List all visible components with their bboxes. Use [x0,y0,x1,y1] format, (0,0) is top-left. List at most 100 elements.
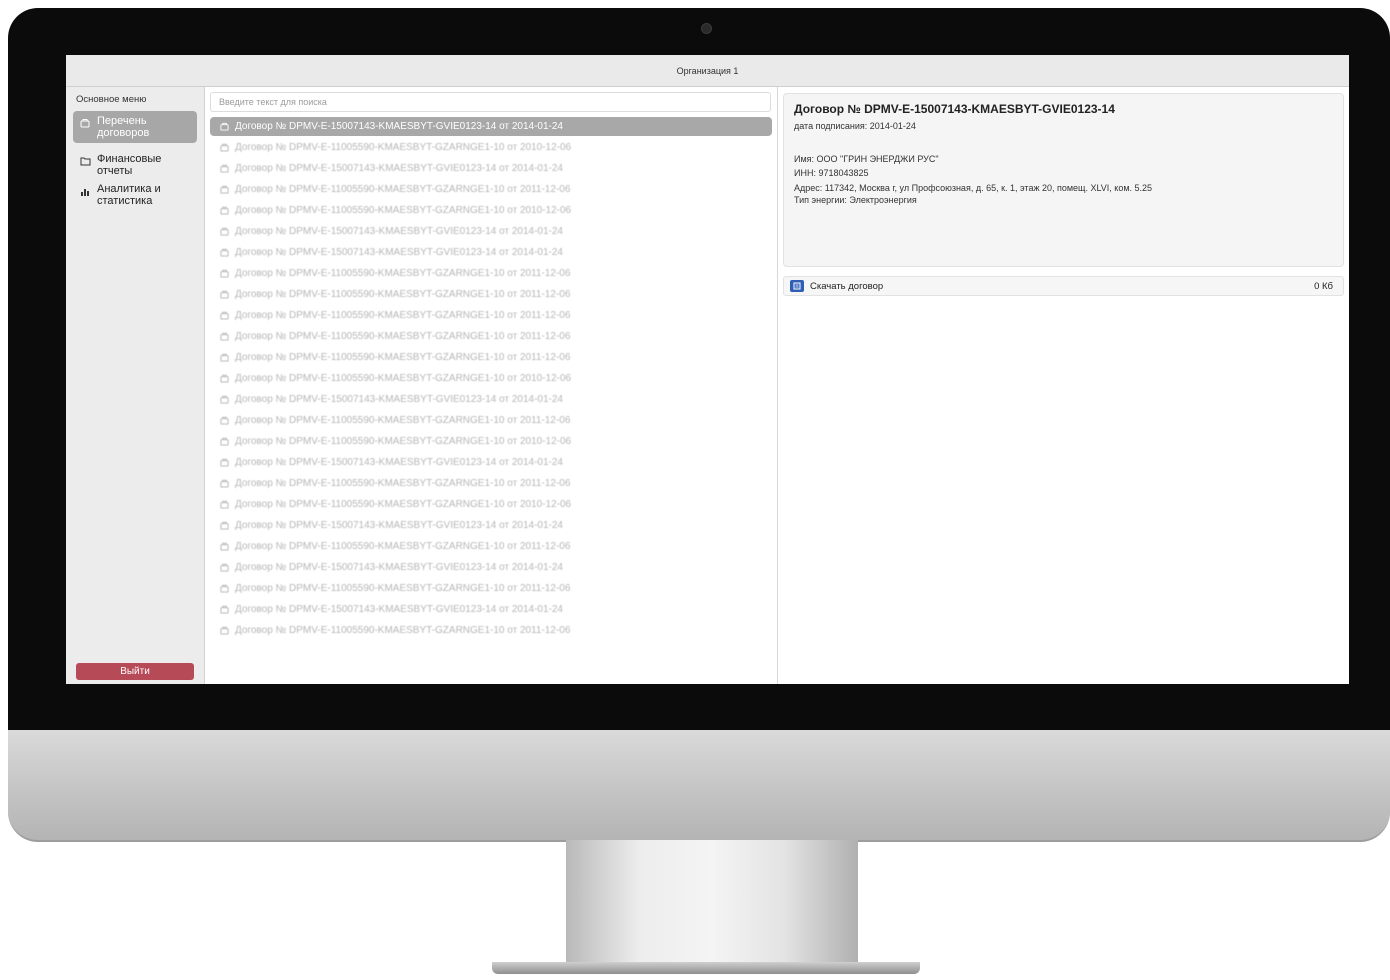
contract-icon [219,374,229,383]
monitor-stand-base [492,962,920,974]
contract-icon [219,500,229,509]
contract-list-item[interactable]: Договор № DPMV-E-11005590-KMAESBYT-GZARN… [210,537,772,556]
contract-list-item[interactable]: Договор № DPMV-E-11005590-KMAESBYT-GZARN… [210,411,772,430]
contract-list-item-label: Договор № DPMV-E-15007143-KMAESBYT-GVIE0… [235,394,563,405]
contract-icon [219,479,229,488]
contract-list-item[interactable]: Договор № DPMV-E-15007143-KMAESBYT-GVIE0… [210,243,772,262]
contract-list-item-label: Договор № DPMV-E-11005590-KMAESBYT-GZARN… [235,478,571,489]
contract-icon [219,416,229,425]
sidebar: Основное меню Перечень договоров Финансов… [66,87,205,684]
contract-icon [219,542,229,551]
contract-list-item[interactable]: Договор № DPMV-E-15007143-KMAESBYT-GVIE0… [210,453,772,472]
contract-icon [219,227,229,236]
contract-list-item[interactable]: Договор № DPMV-E-11005590-KMAESBYT-GZARN… [210,369,772,388]
contract-icon [219,290,229,299]
contract-list-item[interactable]: Договор № DPMV-E-11005590-KMAESBYT-GZARN… [210,327,772,346]
folder-icon [79,153,91,166]
contract-icon [219,143,229,152]
company-name: Имя: ООО "ГРИН ЭНЕРДЖИ РУС" [794,154,939,164]
download-label: Скачать договор [810,280,884,292]
contract-list-item[interactable]: Договор № DPMV-E-15007143-KMAESBYT-GVIE0… [210,117,772,136]
window-titlebar: Организация 1 [66,55,1349,87]
sidebar-heading: Основное меню [76,94,147,105]
monitor-stand [566,840,858,968]
contract-list-item[interactable]: Договор № DPMV-E-15007143-KMAESBYT-GVIE0… [210,600,772,619]
logout-button[interactable]: Выйти [76,663,194,680]
contract-list-item-label: Договор № DPMV-E-11005590-KMAESBYT-GZARN… [235,205,572,216]
contract-list-item[interactable]: Договор № DPMV-E-11005590-KMAESBYT-GZARN… [210,264,772,283]
contract-list-item[interactable]: Договор № DPMV-E-15007143-KMAESBYT-GVIE0… [210,222,772,241]
contract-list-item[interactable]: Договор № DPMV-E-11005590-KMAESBYT-GZARN… [210,621,772,640]
contract-list-item-label: Договор № DPMV-E-11005590-KMAESBYT-GZARN… [235,499,572,510]
contract-list-item-label: Договор № DPMV-E-11005590-KMAESBYT-GZARN… [235,310,571,321]
contract-list-item-label: Договор № DPMV-E-11005590-KMAESBYT-GZARN… [235,289,571,300]
contract-list-item[interactable]: Договор № DPMV-E-11005590-KMAESBYT-GZARN… [210,348,772,367]
contract-icon [219,185,229,194]
contract-list-item[interactable]: Договор № DPMV-E-11005590-KMAESBYT-GZARN… [210,474,772,493]
sidebar-item-contracts[interactable]: Перечень договоров [73,111,197,143]
contract-list-item[interactable]: Договор № DPMV-E-15007143-KMAESBYT-GVIE0… [210,516,772,535]
contract-detail-panel: Договор № DPMV-E-15007143-KMAESBYT-GVIE0… [778,87,1349,684]
contract-list-item-label: Договор № DPMV-E-11005590-KMAESBYT-GZARN… [235,331,571,342]
contract-list-item[interactable]: Договор № DPMV-E-15007143-KMAESBYT-GVIE0… [210,558,772,577]
word-document-icon [790,280,804,292]
contract-list-item-label: Договор № DPMV-E-11005590-KMAESBYT-GZARN… [235,625,571,636]
download-contract-button[interactable]: Скачать договор 0 Кб [783,276,1344,296]
contract-icon [219,626,229,635]
contract-icon [219,269,229,278]
contract-list-item-label: Договор № DPMV-E-15007143-KMAESBYT-GVIE0… [235,247,563,258]
sidebar-item-financial-reports[interactable]: Финансовые отчеты [73,149,197,181]
contract-list-item[interactable]: Договор № DPMV-E-11005590-KMAESBYT-GZARN… [210,201,772,220]
window-title: Организация 1 [676,65,739,76]
search-input[interactable] [210,92,771,112]
contract-icon [219,521,229,530]
contract-icon [219,353,229,362]
contract-list-item[interactable]: Договор № DPMV-E-15007143-KMAESBYT-GVIE0… [210,390,772,409]
contract-icon [219,563,229,572]
energy-type: Тип энергии: Электроэнергия [794,195,917,205]
contract-list-item-label: Договор № DPMV-E-11005590-KMAESBYT-GZARN… [235,184,571,195]
contract-list-item-label: Договор № DPMV-E-15007143-KMAESBYT-GVIE0… [235,604,563,615]
contract-list-item[interactable]: Договор № DPMV-E-11005590-KMAESBYT-GZARN… [210,579,772,598]
contract-list-item[interactable]: Договор № DPMV-E-15007143-KMAESBYT-GVIE0… [210,159,772,178]
contract-list-item-label: Договор № DPMV-E-11005590-KMAESBYT-GZARN… [235,583,571,594]
contract-icon [219,395,229,404]
contract-icon [79,115,91,128]
contract-list-item-label: Договор № DPMV-E-11005590-KMAESBYT-GZARN… [235,352,571,363]
sidebar-item-analytics[interactable]: Аналитика и статистика [73,179,197,211]
company-address: Адрес: 117342, Москва г, ул Профсоюзная,… [794,183,1153,193]
contract-list-item-label: Договор № DPMV-E-15007143-KMAESBYT-GVIE0… [235,163,563,174]
contract-icon [219,311,229,320]
contract-list-item[interactable]: Договор № DPMV-E-11005590-KMAESBYT-GZARN… [210,180,772,199]
bar-chart-icon [79,183,91,196]
monitor-chin [8,730,1390,842]
camera-icon [701,23,712,34]
company-inn: ИНН: 9718043825 [794,168,869,178]
contract-icon [219,458,229,467]
sidebar-item-label: Перечень договоров [97,115,150,139]
contract-list-item[interactable]: Договор № DPMV-E-11005590-KMAESBYT-GZARN… [210,495,772,514]
contract-list-item-label: Договор № DPMV-E-11005590-KMAESBYT-GZARN… [235,142,572,153]
contract-title: Договор № DPMV-E-15007143-KMAESBYT-GVIE0… [794,102,1115,116]
contract-list-item[interactable]: Договор № DPMV-E-11005590-KMAESBYT-GZARN… [210,138,772,157]
sidebar-item-label: Финансовые отчеты [97,153,162,177]
contract-icon [219,206,229,215]
app-window: Организация 1 Основное меню Перечень дого… [66,55,1349,684]
contract-icon [219,164,229,173]
contract-info-card: Договор № DPMV-E-15007143-KMAESBYT-GVIE0… [783,93,1344,267]
contract-list-item-label: Договор № DPMV-E-15007143-KMAESBYT-GVIE0… [235,226,563,237]
contract-list-item[interactable]: Договор № DPMV-E-11005590-KMAESBYT-GZARN… [210,285,772,304]
contracts-panel: Договор № DPMV-E-15007143-KMAESBYT-GVIE0… [205,87,778,684]
contract-list-item[interactable]: Договор № DPMV-E-11005590-KMAESBYT-GZARN… [210,306,772,325]
contract-icon [219,248,229,257]
contract-icon [219,332,229,341]
contract-list-item[interactable]: Договор № DPMV-E-11005590-KMAESBYT-GZARN… [210,432,772,451]
contract-list-item-label: Договор № DPMV-E-11005590-KMAESBYT-GZARN… [235,436,572,447]
contract-icon [219,437,229,446]
contract-list-item-label: Договор № DPMV-E-11005590-KMAESBYT-GZARN… [235,415,571,426]
sidebar-item-label: Аналитика и статистика [97,183,161,207]
contract-icon [219,122,229,131]
file-size: 0 Кб [1314,280,1333,292]
contract-list-item-label: Договор № DPMV-E-11005590-KMAESBYT-GZARN… [235,373,572,384]
contract-list-item-label: Договор № DPMV-E-15007143-KMAESBYT-GVIE0… [235,457,563,468]
